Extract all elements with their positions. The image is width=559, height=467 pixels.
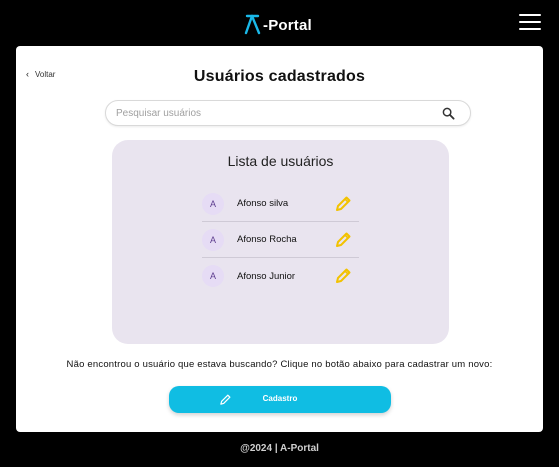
search-icon[interactable] (442, 107, 455, 120)
main-card: ‹ Voltar Usuários cadastrados Lista de u… (16, 46, 543, 432)
footer-text: @2024 | A-Portal (240, 443, 319, 454)
pencil-edit-icon[interactable] (334, 231, 352, 249)
pencil-edit-icon[interactable] (334, 195, 352, 213)
avatar: A (202, 228, 224, 251)
app-logo: -Portal (244, 9, 312, 35)
logo-mark-icon (244, 14, 261, 35)
cadastro-button-label: Cadastro (262, 394, 298, 403)
user-name: Afonso Junior (237, 270, 296, 282)
search-input[interactable] (116, 105, 426, 121)
top-bar: -Portal (0, 0, 559, 46)
user-list-panel: Lista de usuários A Afonso silva A Afons… (112, 140, 449, 344)
logo-text: -Portal (263, 17, 312, 34)
avatar: A (202, 265, 224, 287)
search-box (105, 100, 471, 126)
avatar: A (202, 192, 224, 215)
user-list-title: Lista de usuários (227, 153, 334, 169)
not-found-hint: Não encontrou o usuário que estava busca… (66, 359, 493, 370)
user-name: Afonso silva (237, 198, 289, 209)
user-name: Afonso Rocha (237, 234, 297, 245)
page-title: Usuários cadastrados (193, 68, 366, 85)
user-list-item: A Afonso silva (202, 186, 359, 222)
user-list-item: A Afonso Rocha (202, 222, 359, 258)
cadastro-button[interactable]: Cadastro (169, 386, 391, 413)
pencil-edit-icon[interactable] (334, 267, 352, 285)
hamburger-menu-icon[interactable] (519, 14, 541, 30)
user-list-item: A Afonso Junior (202, 258, 359, 294)
